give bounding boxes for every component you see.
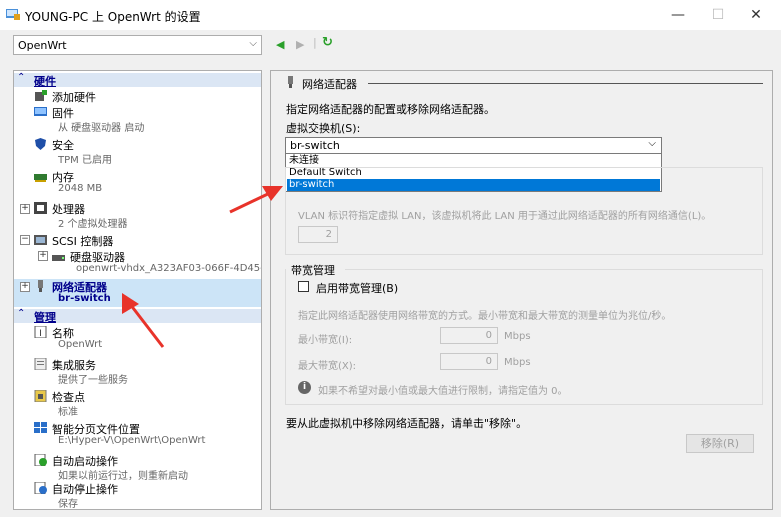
virtual-switch-value: br-switch — [290, 139, 340, 152]
tree-item-add-hardware[interactable]: 添加硬件 — [14, 89, 261, 104]
remove-button[interactable]: 移除(R) — [686, 434, 754, 453]
expand-icon[interactable]: + — [20, 204, 30, 214]
tree-item-detail: E:\Hyper-V\OpenWrt\OpenWrt — [58, 435, 206, 446]
switch-option-not-connected[interactable]: 未连接 — [287, 155, 660, 167]
tree-item-auto-start[interactable]: 自动启动操作 如果以前运行过，则重新启动 — [14, 453, 261, 483]
memory-icon — [34, 174, 47, 182]
hyperv-settings-icon — [6, 9, 20, 20]
max-bandwidth-input[interactable]: 0 — [440, 353, 498, 370]
chevron-down-icon: ⌵ — [249, 38, 257, 49]
title-bar: YOUNG-PC 上 OpenWrt 的设置 — ☐ ✕ — [0, 0, 781, 30]
min-bandwidth-input[interactable]: 0 — [440, 327, 498, 344]
scsi-controller-icon — [34, 235, 47, 245]
section-divider — [368, 83, 763, 84]
auto-start-icon — [34, 454, 47, 466]
min-bandwidth-unit: Mbps — [504, 331, 531, 342]
tree-item-detail: 从 硬盘驱动器 启动 — [58, 123, 145, 134]
tree-item-security[interactable]: 安全 TPM 已启用 — [14, 137, 261, 167]
tree-item-detail: br-switch — [58, 293, 111, 304]
back-button[interactable]: ◀ — [276, 38, 284, 51]
hard-drive-icon — [52, 255, 65, 261]
tree-item-firmware[interactable]: 固件 从 硬盘驱动器 启动 — [14, 105, 261, 135]
bandwidth-divider — [345, 269, 763, 270]
tree-item-network-adapter[interactable]: + 网络适配器 br-switch — [14, 279, 261, 307]
network-adapter-icon — [288, 76, 293, 88]
tree-item-scsi-controller[interactable]: − SCSI 控制器 — [14, 233, 261, 248]
expand-icon[interactable]: + — [20, 282, 30, 292]
svg-text:I: I — [39, 329, 42, 338]
enable-bandwidth-label: 启用带宽管理(B) — [316, 282, 399, 295]
remove-hint: 要从此虚拟机中移除网络适配器，请单击"移除"。 — [286, 417, 528, 430]
max-bandwidth-label: 最大带宽(X): — [298, 361, 357, 372]
collapse-icon: ⌃ — [17, 72, 26, 83]
shield-icon — [35, 138, 46, 150]
vm-selector[interactable]: OpenWrt ⌵ — [13, 35, 262, 55]
tree-item-processor[interactable]: + 处理器 2 个虚拟处理器 — [14, 201, 261, 231]
tree-item-name[interactable]: I 名称 OpenWrt — [14, 325, 261, 355]
vm-selector-value: OpenWrt — [18, 39, 67, 52]
integration-services-icon — [34, 358, 47, 370]
close-button[interactable]: ✕ — [741, 4, 771, 26]
virtual-switch-select[interactable]: br-switch ⌵ — [285, 137, 662, 154]
collapse-icon[interactable]: − — [20, 235, 30, 245]
collapse-icon: ⌃ — [17, 308, 26, 319]
minimize-button[interactable]: — — [663, 4, 693, 26]
refresh-button[interactable]: ↻ — [322, 35, 333, 50]
tree-item-detail: 如果以前运行过，则重新启动 — [58, 471, 188, 482]
bandwidth-description: 指定此网络适配器使用网络带宽的方式。最小带宽和最大带宽的测量单位为兆位/秒。 — [298, 311, 672, 322]
network-adapter-icon — [38, 280, 43, 292]
firmware-icon — [34, 107, 47, 116]
tree-item-detail: TPM 已启用 — [58, 155, 112, 166]
tree-item-auto-stop[interactable]: 自动停止操作 保存 — [14, 481, 261, 510]
virtual-switch-label: 虚拟交换机(S): — [286, 122, 361, 135]
tree-item-memory[interactable]: 内存 2048 MB — [14, 169, 261, 199]
vlan-id-input[interactable]: 2 — [298, 226, 338, 243]
settings-tree: ⌃ 硬件 添加硬件 固件 从 硬盘驱动器 启动 安全 TPM 已启用 内存 20… — [13, 70, 262, 510]
info-text: 如果不希望对最小值或最大值进行限制，请指定值为 0。 — [318, 386, 568, 397]
tree-item-hard-drive[interactable]: + 硬盘驱动器 openwrt-vhdx_A323AF03-066F-4D45-… — [14, 249, 261, 279]
add-hardware-icon — [35, 90, 47, 101]
max-bandwidth-unit: Mbps — [504, 357, 531, 368]
auto-stop-icon — [34, 482, 47, 494]
management-section-header[interactable]: ⌃ 管理 — [14, 308, 261, 324]
processor-icon — [34, 202, 47, 214]
toolbar-separator: | — [313, 36, 317, 49]
forward-button[interactable]: ▶ — [296, 38, 304, 51]
window-title: YOUNG-PC 上 OpenWrt 的设置 — [25, 10, 201, 24]
toolbar: OpenWrt ⌵ ◀ ▶ | ↻ — [0, 30, 781, 62]
tree-item-detail: 提供了一些服务 — [58, 375, 128, 386]
checkpoint-icon — [34, 390, 47, 402]
name-icon: I — [34, 326, 47, 338]
expand-icon[interactable]: + — [38, 251, 48, 261]
tree-item-integration-services[interactable]: 集成服务 提供了一些服务 — [14, 357, 261, 387]
chevron-down-icon: ⌵ — [648, 138, 656, 149]
tree-item-label: SCSI 控制器 — [52, 235, 114, 248]
info-icon: i — [298, 381, 311, 394]
paging-file-icon — [34, 422, 47, 433]
tree-item-detail: 2048 MB — [58, 183, 103, 194]
hardware-header-label: 硬件 — [34, 75, 56, 88]
maximize-button[interactable]: ☐ — [703, 4, 733, 26]
enable-bandwidth-checkbox[interactable] — [298, 281, 309, 292]
min-bandwidth-label: 最小带宽(I): — [298, 335, 353, 346]
tree-item-detail: OpenWrt — [58, 339, 103, 350]
tree-item-label: 添加硬件 — [52, 91, 96, 104]
tree-item-detail: 标准 — [58, 407, 78, 418]
tree-item-smart-paging[interactable]: 智能分页文件位置 E:\Hyper-V\OpenWrt\OpenWrt — [14, 421, 261, 451]
management-header-label: 管理 — [34, 311, 56, 324]
hardware-section-header[interactable]: ⌃ 硬件 — [14, 72, 261, 88]
section-title: 网络适配器 — [302, 78, 357, 91]
tree-item-detail: openwrt-vhdx_A323AF03-066F-4D45-... — [76, 263, 262, 274]
tree-item-detail: 2 个虚拟处理器 — [58, 219, 128, 230]
panel-description: 指定网络适配器的配置或移除网络适配器。 — [286, 103, 495, 116]
vlan-description: VLAN 标识符指定虚拟 LAN，该虚拟机将此 LAN 用于通过此网络适配器的所… — [298, 211, 712, 222]
tree-item-detail: 保存 — [58, 499, 78, 510]
tree-item-checkpoint[interactable]: 检查点 标准 — [14, 389, 261, 419]
